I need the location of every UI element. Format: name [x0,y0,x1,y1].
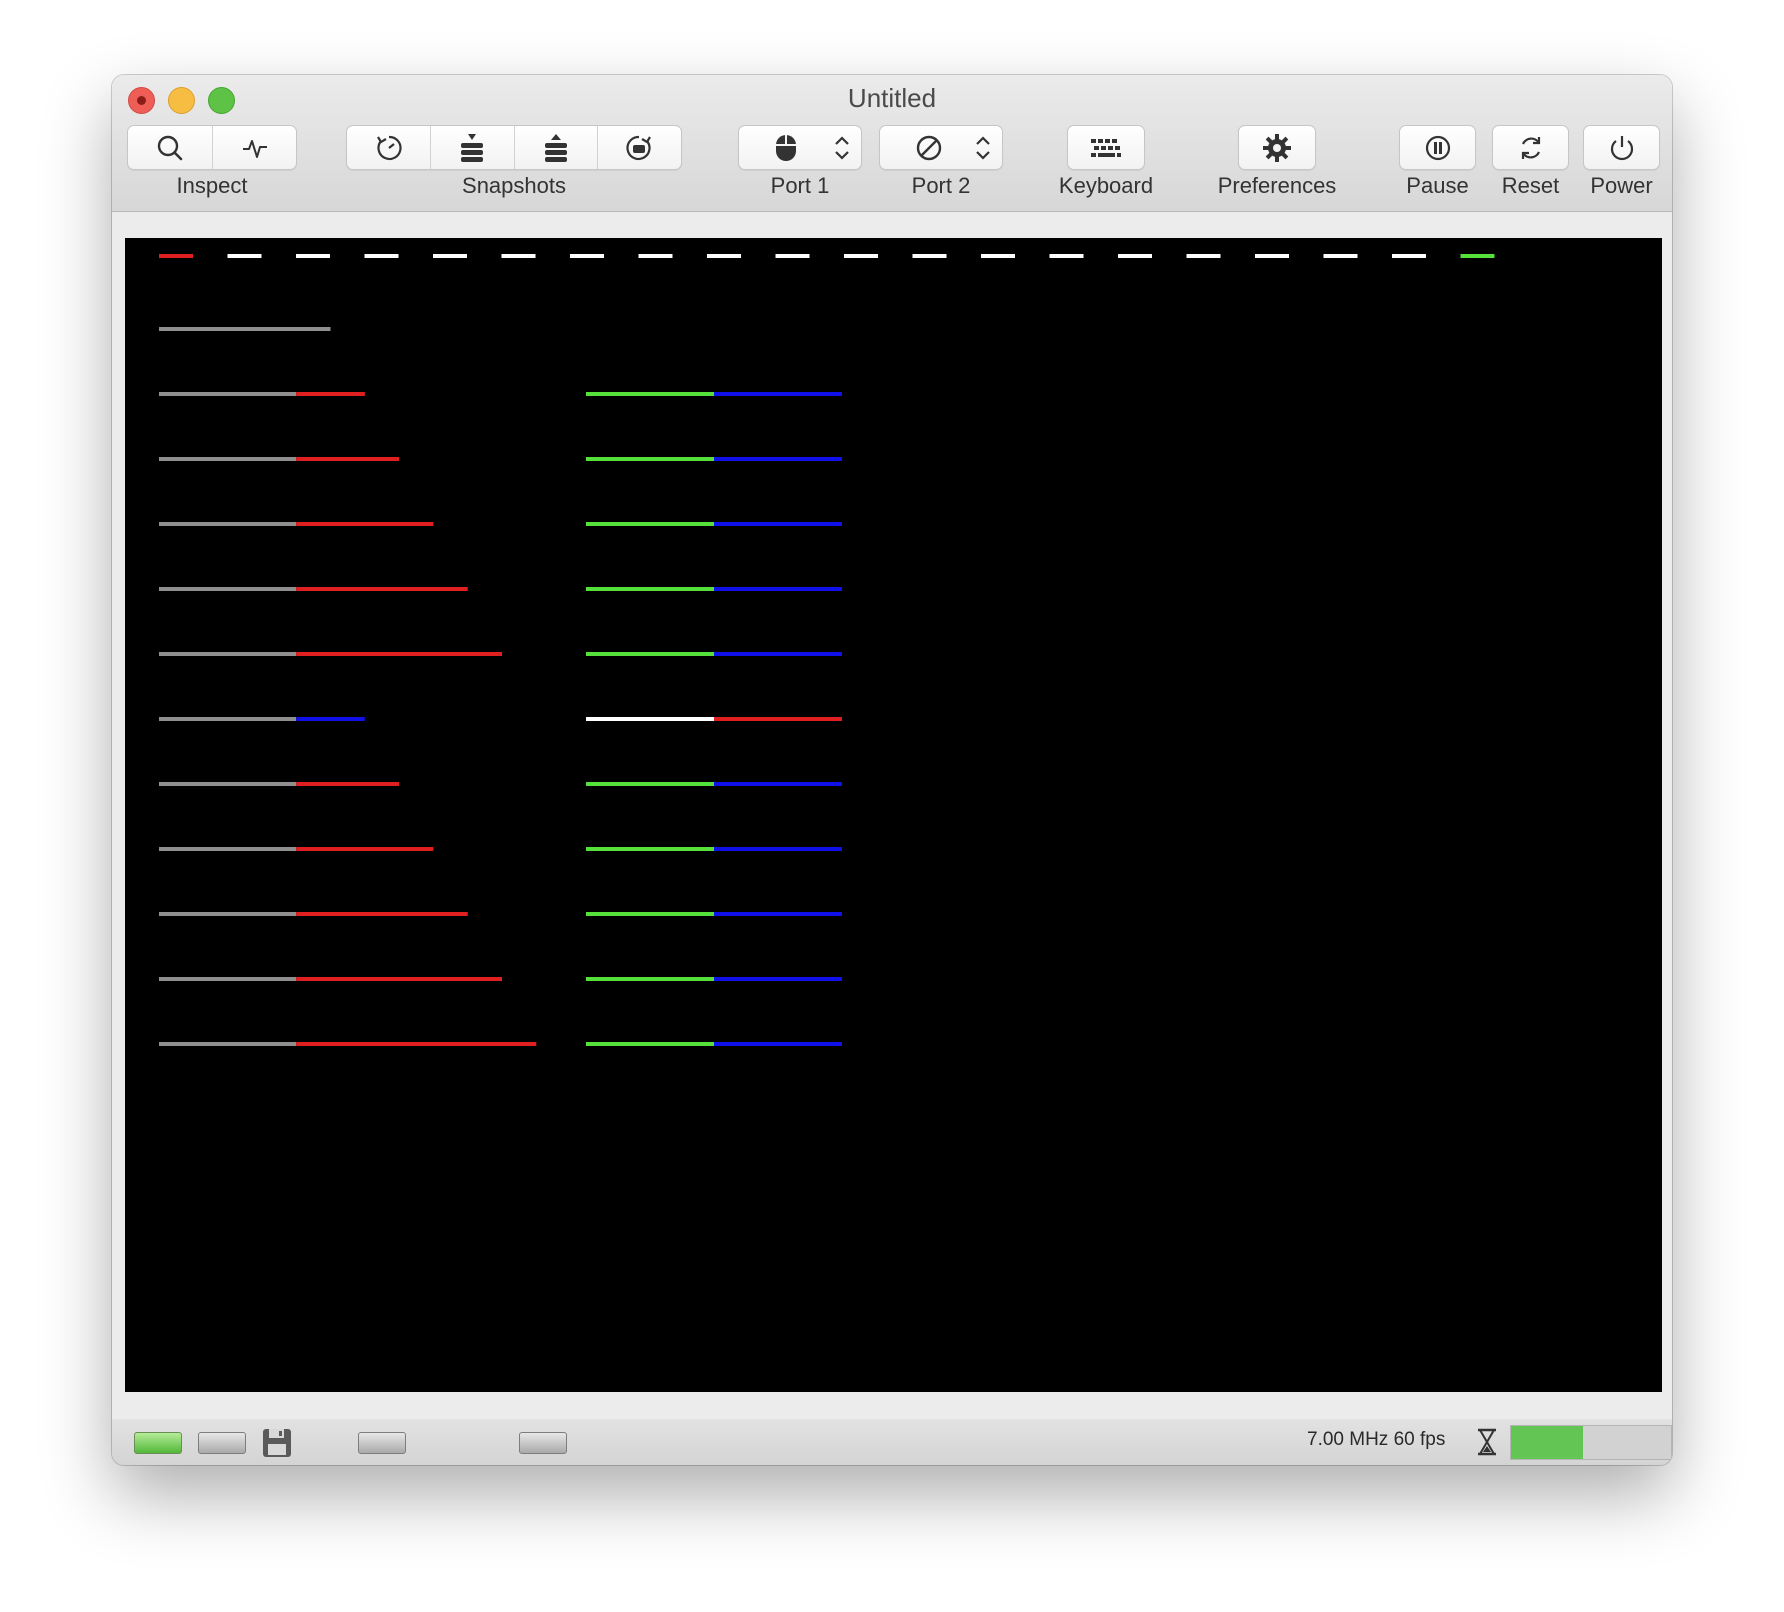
inspect-group: Inspect [127,125,297,198]
stack-down-icon [461,133,484,162]
snapshots-group: Snapshots [346,125,682,198]
pause-icon [1425,135,1450,160]
gear-icon [1263,133,1291,162]
reset-segment [1492,125,1569,170]
pause-label: Pause [1406,173,1469,198]
inspect-segment [127,125,297,170]
keyboard-group: Keyboard [1059,125,1153,198]
clock-arrow-icon [376,135,402,160]
reset-icon [1521,136,1540,159]
reset-group: Reset [1492,125,1569,198]
drive-icon[interactable] [519,1432,567,1454]
port2-label: Port 2 [911,173,971,198]
take-snapshot-button[interactable] [431,126,515,169]
snapshots-segment [346,125,682,170]
preferences-segment [1238,125,1316,170]
port2-popup[interactable] [879,125,1003,170]
reset-label: Reset [1501,173,1560,198]
drive-led-icon[interactable] [134,1432,182,1454]
port1-group: Port 1 [738,125,862,198]
preferences-button[interactable] [1239,126,1315,169]
stack-up-icon [544,133,567,162]
keyboard-segment [1067,125,1145,170]
floppy-disk-icon[interactable] [261,1427,293,1459]
port1-label: Port 1 [770,173,830,198]
port2-group: Port 2 [879,125,1003,198]
monitor-button[interactable] [213,126,296,169]
drive-icon[interactable] [198,1432,246,1454]
screen-canvas[interactable] [125,238,1662,1392]
emulator-screen[interactable] [125,238,1662,1392]
inspect-label: Inspect [176,173,248,198]
chevron-updown-icon [976,135,990,160]
emulator-window: Untitled Inspect Snapshots Port 1 Port 2… [112,75,1672,1465]
reset-button[interactable] [1493,126,1568,169]
snapshots-label: Snapshots [462,173,566,198]
status-bar: 7.00 MHz 60 fps [112,1419,1672,1465]
keyboard-label: Keyboard [1058,173,1154,198]
auto-snapshot-button[interactable] [347,126,432,169]
speed-gauge-fill [1511,1426,1583,1459]
power-segment [1583,125,1660,170]
inspect-button[interactable] [128,126,213,169]
preferences-group: Preferences [1218,125,1336,198]
port1-select[interactable] [739,126,861,169]
window-title: Untitled [847,83,937,113]
search-icon [157,135,183,160]
power-button[interactable] [1584,126,1659,169]
power-icon [1610,135,1633,160]
pause-segment [1399,125,1476,170]
chevron-updown-icon [835,135,849,160]
speed-gauge [1510,1425,1672,1460]
browse-snapshots-button[interactable] [598,126,681,169]
pause-button[interactable] [1400,126,1475,169]
keyboard-button[interactable] [1068,126,1144,169]
hourglass-icon[interactable] [1476,1428,1498,1456]
preferences-label: Preferences [1217,173,1337,198]
power-group: Power [1583,125,1660,198]
keyboard-icon [1091,138,1121,157]
port2-select[interactable] [880,126,1002,169]
power-label: Power [1590,173,1653,198]
pulse-icon [242,139,267,158]
mouse-icon [776,134,796,161]
drive-icon[interactable] [358,1432,406,1454]
speed-text: 7.00 MHz 60 fps [1307,1429,1446,1450]
port1-popup[interactable] [738,125,862,170]
no-device-icon [916,135,942,160]
titlebar: Untitled Inspect Snapshots Port 1 Port 2… [112,75,1672,212]
restore-snapshot-button[interactable] [515,126,598,169]
restore-snapshot-icon [626,135,652,160]
pause-group: Pause [1399,125,1476,198]
